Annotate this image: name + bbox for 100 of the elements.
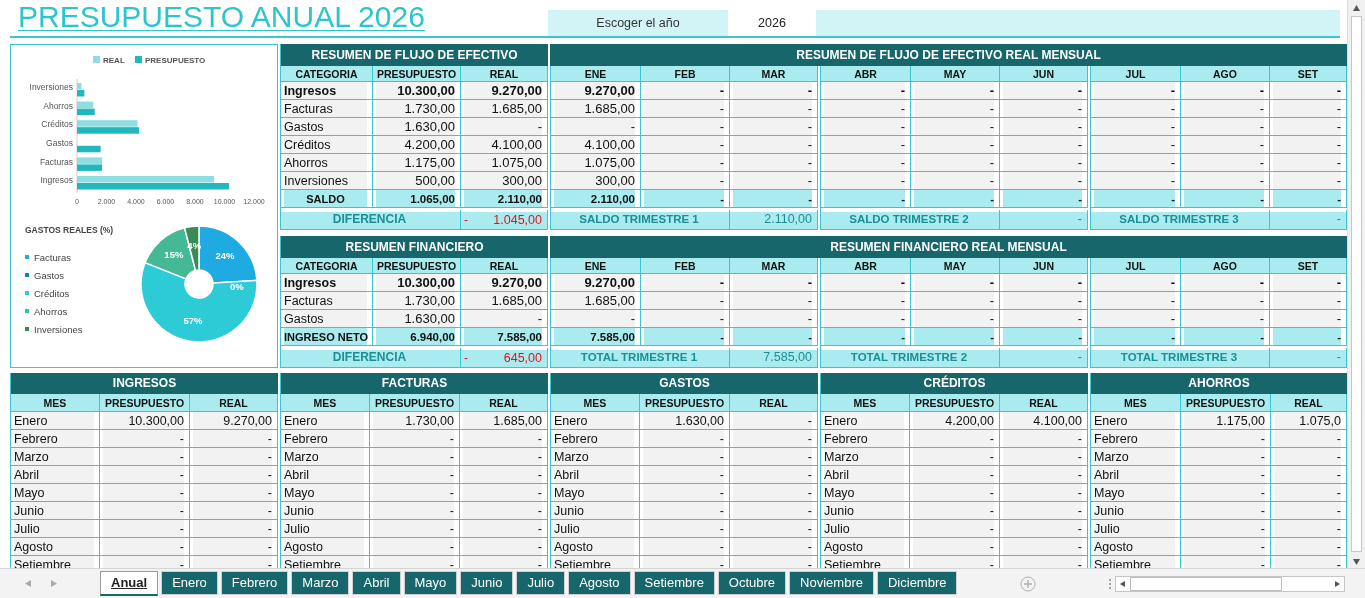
legend-label: Ahorros [34,305,68,317]
table-cell: - [1270,172,1347,190]
sheet-tab[interactable]: Octubre [717,571,787,595]
table-cell: - [1091,82,1181,100]
table-cell: - [730,100,818,118]
table-cell: 9.270,00 [551,82,641,100]
column-header: PRESUPUESTO [1181,394,1271,412]
table-cell: - [640,538,730,556]
table-cell: Agosto [1091,538,1181,556]
sheet-tab[interactable]: Agosto [568,571,631,595]
sheet-tab[interactable]: Julio [516,571,566,595]
table-cell: Inversiones [281,172,373,190]
table-cell: - [1181,82,1270,100]
table-cell: 300,00 [461,172,548,190]
column-header: SET [1270,66,1347,82]
table-cell: - [1270,118,1347,136]
table-cell: 1.685,00 [551,100,641,118]
table-cell: - [910,484,1000,502]
previous-sheet-icon[interactable] [24,580,31,587]
table-cell: - [730,466,818,484]
table-cell: - [821,136,911,154]
sheet-tab[interactable]: Junio [460,571,514,595]
table-cell: - [1000,118,1088,136]
table-cell: 9.270,00 [551,274,641,292]
column-header: REAL [1271,394,1347,412]
table-cell: 4.100,00 [1000,412,1088,430]
sheet-tab[interactable]: Mayo [403,571,458,595]
table-cell: - [911,310,1000,328]
table-cell: - [911,274,1000,292]
minus-sign: - [464,349,468,367]
sheet-tab[interactable]: Noviembre [789,571,874,595]
table-cell: TOTAL TRIMESTRE 2 [821,348,1000,368]
table-cell: - [1181,118,1270,136]
table-cell: 10.300,00 [373,82,461,100]
table-cell: - [370,430,460,448]
sheet-tab[interactable]: Enero [161,571,218,595]
table-cell: - [1181,190,1270,208]
table-cell: - [641,310,730,328]
table-cell: - [1271,502,1347,520]
table-cell: - [821,172,911,190]
table-cell: - [821,310,911,328]
table-cell: - [1181,484,1271,502]
column-header: REAL [190,394,278,412]
table-cell: - [1270,310,1347,328]
year-field[interactable]: 2026 [728,10,816,36]
add-sheet-icon[interactable] [1020,575,1036,592]
scroll-left-icon[interactable] [1119,580,1125,587]
table-cell: - [1091,154,1181,172]
table-cell: - [460,520,548,538]
table-cell: Junio [11,502,100,520]
sheet-tab[interactable]: Febrero [220,571,289,595]
table-cell: - [911,82,1000,100]
table-cell: DIFERENCIA [281,348,461,368]
table-cell: Julio [281,520,370,538]
sheet-tab[interactable]: Setiembre [633,571,715,595]
sheet-tab[interactable]: Diciembre [876,571,958,595]
table-cell: Ingresos [281,274,373,292]
table-cell: 1.075,0 [1271,412,1347,430]
table-cell: - [910,538,1000,556]
table-cell: - [641,100,730,118]
table-cell: - [460,538,548,556]
horizontal-scrollbar[interactable] [1115,575,1345,592]
legend-label: Gastos [34,269,65,281]
table-cell: Facturas [281,292,373,310]
table-cell: 4.200,00 [910,412,1000,430]
table-cell: - [100,466,190,484]
scroll-down-icon[interactable] [1353,557,1360,565]
table-cell: 9.270,00 [461,82,548,100]
sheet-tab[interactable]: Anual [100,571,159,596]
sheet-tab[interactable]: Marzo [291,571,350,595]
table-cell: - [730,430,818,448]
column-header: SET [1270,258,1347,274]
scrollbar-thumb[interactable] [1351,16,1362,552]
legend-item: PRESUPUESTO [135,55,206,65]
table-cell: Julio [11,520,100,538]
table-cell: SALDO [281,190,373,208]
scrollbar-thumb[interactable] [1130,576,1282,591]
more-icon[interactable] [1108,577,1112,590]
table-cell: - [1270,136,1347,154]
table-cell: 2.110,00 [551,190,641,208]
scroll-up-icon[interactable] [1353,3,1360,11]
table-cell: 1.065,00 [373,190,461,208]
page-title: PRESUPUESTO ANUAL 2026 [17,0,426,35]
table-cell: - [730,328,818,346]
table-cell: - [1091,328,1181,346]
table-title: INGRESOS [11,373,278,394]
next-sheet-icon[interactable] [51,580,58,587]
table-cell: - [1181,274,1270,292]
table-cell: 6.940,00 [373,328,461,346]
table-cell: 7.585,00 [551,328,641,346]
table-cell: - [1000,82,1088,100]
table-cell: - [1270,82,1347,100]
scroll-right-icon[interactable] [1335,580,1341,587]
table-cell: 9.270,00 [461,274,548,292]
table-cell: Marzo [281,448,370,466]
sheet-tab[interactable]: Abril [352,571,401,595]
table-cell: - [1091,310,1181,328]
table-cell: 4.100,00 [551,136,641,154]
table-cell: - [821,190,911,208]
table-cell: - [1091,136,1181,154]
